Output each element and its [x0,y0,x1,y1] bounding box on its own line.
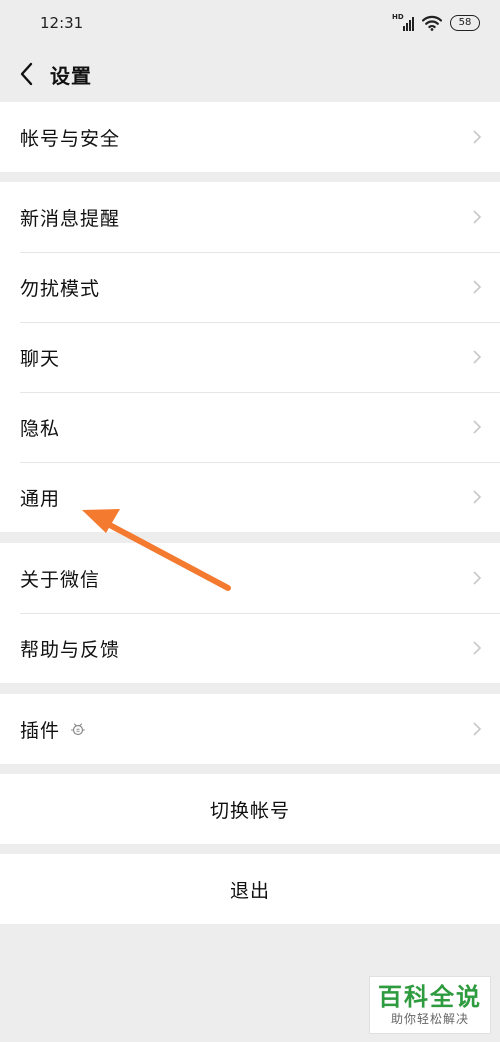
network-type-label: HD [392,13,404,21]
settings-group-main: 新消息提醒 勿扰模式 聊天 隐私 通用 [0,182,500,532]
settings-item-label: 关于微信 [20,568,101,591]
watermark-logo: 百科全说 助你轻松解决 [369,976,491,1034]
status-time: 12:31 [40,14,84,32]
settings-item-label: 新消息提醒 [20,207,121,230]
back-button[interactable] [2,46,50,102]
page-title: 设置 [50,63,92,88]
settings-item-plugins[interactable]: 插件 [0,694,500,764]
settings-item-label: 隐私 [20,417,61,440]
switch-account-section: 切换帐号 [0,774,500,844]
settings-item-label: 帮助与反馈 [20,638,121,661]
chevron-right-icon [473,490,482,504]
chevron-right-icon [473,210,482,224]
chevron-right-icon [473,641,482,655]
chevron-left-icon [20,62,33,86]
battery-indicator: 58 [450,15,480,31]
watermark-title: 百科全说 [378,983,482,1011]
settings-item-about[interactable]: 关于微信 [0,543,500,613]
settings-item-chat[interactable]: 聊天 [0,322,500,392]
settings-item-general[interactable]: 通用 [0,462,500,532]
settings-item-help-feedback[interactable]: 帮助与反馈 [0,613,500,683]
settings-item-label: 通用 [20,487,61,510]
settings-item-label: 帐号与安全 [20,127,121,150]
chevron-right-icon [473,420,482,434]
settings-item-label: 聊天 [20,347,61,370]
chevron-right-icon [473,350,482,364]
navigation-bar: 设置 [0,46,500,102]
settings-item-do-not-disturb[interactable]: 勿扰模式 [0,252,500,322]
settings-item-label: 插件 [20,719,61,742]
settings-group-plugins: 插件 [0,694,500,764]
chevron-right-icon [473,571,482,585]
settings-item-label: 勿扰模式 [20,277,101,300]
status-icons: HD 58 [392,13,480,31]
settings-group-info: 关于微信 帮助与反馈 [0,543,500,683]
chevron-right-icon [473,722,482,736]
logout-section: 退出 [0,854,500,924]
settings-item-privacy[interactable]: 隐私 [0,392,500,462]
settings-item-notifications[interactable]: 新消息提醒 [0,182,500,252]
settings-item-account-security[interactable]: 帐号与安全 [0,102,500,172]
status-bar: 12:31 HD 58 [0,0,500,46]
chevron-right-icon [473,130,482,144]
signal-icon: HD [392,13,414,31]
plugin-bug-icon [70,723,86,736]
wifi-icon [422,15,442,31]
settings-group-account: 帐号与安全 [0,102,500,172]
chevron-right-icon [473,280,482,294]
switch-account-button[interactable]: 切换帐号 [0,774,500,844]
watermark-subtitle: 助你轻松解决 [390,1012,469,1026]
logout-button[interactable]: 退出 [0,854,500,924]
